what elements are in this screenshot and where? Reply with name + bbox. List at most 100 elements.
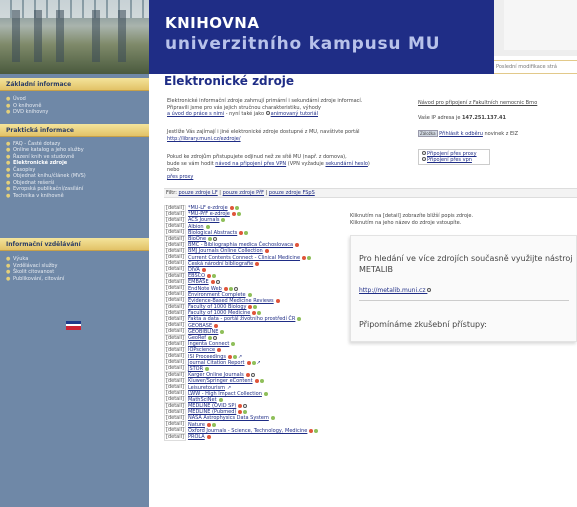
remote-access-icon [213, 336, 218, 341]
sidebar-item-label: Školit citovanost [13, 269, 55, 275]
sidebar-item-vzdelavaci[interactable]: ● Vzdělávací služby [0, 263, 149, 269]
sidebar-item-uvod[interactable]: ● Úvod [0, 96, 149, 102]
remote-text: (VPN vyžaduje [286, 160, 324, 167]
sidebar-item-publikovani[interactable]: ● Publikování, citování [0, 276, 149, 282]
sidebar-item-ezdroje[interactable]: ● Elektronické zdroje [0, 160, 149, 166]
sidebar-item-publikacni[interactable]: ● Evropská publikační/zasílání [0, 186, 149, 192]
database-link[interactable]: GeoRef [188, 335, 206, 341]
database-link[interactable]: BMJ Journals Online Collection [188, 248, 263, 254]
database-link[interactable]: EndNote Web [188, 286, 222, 292]
tutorial-icon [265, 111, 270, 116]
sidebar-item-citovanost[interactable]: ● Školit citovanost [0, 269, 149, 275]
sidebar-heading-practical: Praktická informace [0, 123, 149, 137]
database-detail-link[interactable]: [detail] [164, 433, 186, 441]
secondary-password-link[interactable]: sekundární heslo [325, 161, 367, 167]
database-link[interactable]: MathSciNet [188, 397, 217, 403]
access-status-icon [239, 230, 244, 235]
intro-link[interactable]: a úvod do práce s nimi [167, 111, 224, 117]
sidebar-item-reserse[interactable]: ● Objednat rešerši [0, 180, 149, 186]
database-link[interactable]: PROLA [188, 434, 205, 440]
database-link[interactable]: GEOBIBLINE [188, 329, 218, 335]
database-link[interactable]: Nature [188, 422, 205, 428]
external-arrow-icon: ↗ [238, 353, 243, 360]
database-link[interactable]: LWW - High Impact Collection [188, 391, 262, 397]
database-list: [detail] *MU-LF e-zdroje [detail] *MU-PřF e… [164, 204, 374, 441]
database-link[interactable]: EMBASE [188, 279, 209, 285]
database-link[interactable]: JSTOR [188, 366, 203, 372]
database-link[interactable]: Fakta a data - portál životního prostřed… [188, 316, 295, 322]
database-link[interactable]: ACS Journals [188, 217, 219, 223]
database-link[interactable]: Environment Complete [188, 292, 246, 298]
photo-shelf [12, 10, 20, 62]
rss-link[interactable]: Přihlásit k odběru [439, 131, 483, 137]
sidebar-item-dvd[interactable]: ● DVD knihovny [0, 109, 149, 115]
remote-text: Pokud ke zdrojům přistupujete odjinud ne… [167, 154, 347, 160]
access-status-icon [207, 274, 212, 279]
database-link[interactable]: EBSCO [188, 273, 205, 279]
database-link[interactable]: ISI Proceedings [188, 354, 226, 360]
database-link[interactable]: Evidence-Based Medicine Reviews [188, 298, 274, 304]
access-status-icon [295, 243, 300, 248]
database-link[interactable]: MEDLINE (Pubmed) [188, 409, 236, 415]
access-info-icon [211, 422, 216, 427]
filter-prf-link[interactable]: pouze zdroje PřF [223, 190, 264, 196]
sidebar-item-label: Objednat rešerši [13, 179, 55, 186]
sidebar-item-faq[interactable]: ● FAQ - Časté dotazy [0, 141, 149, 147]
sidebar-item-casopisy[interactable]: ● Časopisy [0, 167, 149, 173]
database-link[interactable]: Current Contents Connect - Clinical Medi… [188, 255, 300, 261]
database-link[interactable]: Faculty of 1000 Biology [188, 304, 246, 310]
conn-vpn-link[interactable]: Připojení přes vpn [427, 157, 472, 163]
access-info-icon [259, 379, 264, 384]
access-status-icon [238, 410, 243, 415]
sidebar-item-razeni[interactable]: ● Řazení knih ve studovně [0, 154, 149, 160]
database-link[interactable]: Journal Citation Report [188, 360, 245, 366]
database-link[interactable]: Kluwer/Springer eContent [188, 378, 253, 384]
access-info-icon [251, 360, 256, 365]
access-info-icon [247, 292, 252, 297]
database-link[interactable]: Biological Abstracts [188, 230, 237, 236]
access-info-icon [231, 342, 236, 347]
sidebar-item-mvs[interactable]: ● Objednat knihu/článek (MVS) [0, 173, 149, 179]
main-content: Elektronické zdroje Elektronické informa… [164, 74, 577, 507]
english-flag-icon[interactable] [66, 321, 81, 330]
database-link[interactable]: Česká národní bibliografie [188, 261, 253, 267]
filter-lf-link[interactable]: pouze zdroje LF [179, 190, 218, 196]
access-status-icon [275, 298, 280, 303]
database-link[interactable]: Leisuretourism [188, 385, 225, 391]
database-link[interactable]: Ingenta Connect [188, 341, 229, 347]
access-info-icon [205, 366, 210, 371]
sidebar-item-technika[interactable]: ● Technika v knihovně [0, 193, 149, 199]
sidebar-item-o-knihovne[interactable]: ● O knihovně [0, 103, 149, 109]
database-row: [detail] PROLA [164, 433, 374, 441]
database-link[interactable]: IOPscience [188, 347, 215, 353]
sidebar-item-label: FAQ - Časté dotazy [13, 140, 61, 147]
database-link[interactable]: *MU-PřF e-zdroje [188, 211, 230, 217]
bullet-icon: ● [6, 275, 11, 282]
header-library-photo [0, 0, 149, 74]
database-link[interactable]: DIVA [188, 267, 200, 273]
remote-line: bude se vám hodit návod na připojení pře… [167, 161, 377, 174]
database-link[interactable]: GEOBASE [188, 323, 212, 329]
database-link[interactable]: Oxford Journals - Science, Technology, M… [188, 428, 307, 434]
metalib-link[interactable]: http://metalib.muni.cz [359, 287, 432, 294]
access-status-icon [248, 305, 253, 310]
tutorial-link[interactable]: animovaný tutoriál [271, 111, 318, 117]
database-link[interactable]: Karger Online Journals [188, 372, 244, 378]
proxy-link[interactable]: přes proxy [167, 174, 193, 180]
bullet-icon: ● [6, 102, 11, 109]
database-link[interactable]: NASA Astrophysics Data System [188, 415, 269, 421]
database-link[interactable]: MEDLINE (OVID SP) [188, 403, 236, 409]
hospital-access-link[interactable]: Návod pro připojení z Fakultních nemocni… [418, 100, 537, 106]
sidebar-item-vyuka[interactable]: ● Výuka [0, 256, 149, 262]
portal-link[interactable]: http://library.muni.cz/ezdroje/ [167, 136, 377, 143]
database-link[interactable]: Albion [188, 224, 204, 230]
sidebar-item-label: Evropská publikační/zasílání [13, 186, 84, 192]
filter-fsps-link[interactable]: pouze zdroje FSpS [269, 190, 315, 196]
access-status-icon [264, 249, 269, 254]
database-link[interactable]: BMČ - Bibliographia medica Čechoslovaca [188, 242, 293, 248]
site-subtitle: univerzitního kampusu MU [165, 34, 441, 54]
sidebar-item-catalog[interactable]: ● Online katalog a jeho služby [0, 147, 149, 153]
bullet-icon: ● [6, 160, 11, 166]
bullet-icon: ● [6, 147, 11, 153]
vpn-link[interactable]: návod na připojení přes VPN [215, 161, 286, 167]
